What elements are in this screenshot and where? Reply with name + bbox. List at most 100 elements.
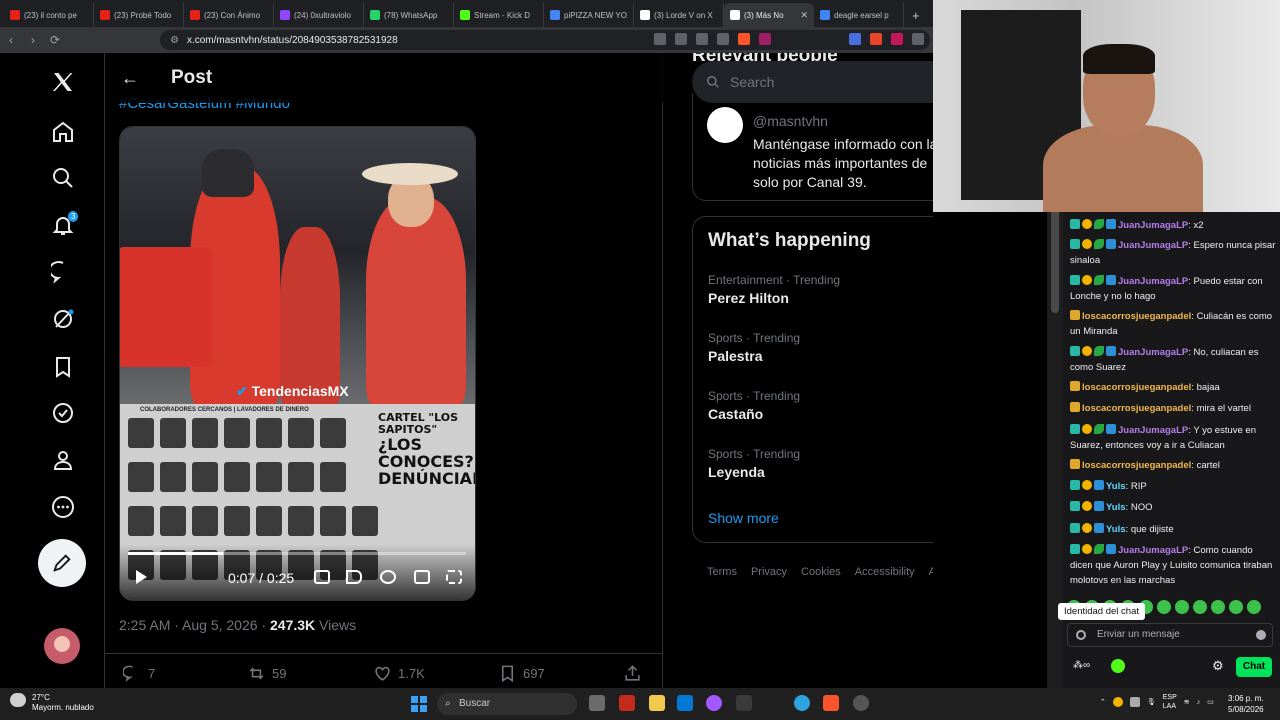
reply-button[interactable]: 7 (123, 664, 155, 683)
trend-item[interactable]: Sports · TrendingLeyenda··· (708, 447, 933, 480)
app-icon[interactable] (619, 695, 635, 711)
chat-username[interactable]: JuanJumagaLP (1118, 240, 1188, 251)
chat-username[interactable]: loscacorrosjueganpadel (1082, 460, 1191, 471)
trend-item[interactable]: Sports · TrendingPalestra··· (708, 331, 933, 364)
taskbar-search[interactable]: ⌕ Buscar (437, 693, 577, 715)
points-icon[interactable]: ⁂∞ (1073, 660, 1090, 671)
chat-username[interactable]: Yuls (1106, 481, 1126, 492)
trend-item[interactable]: Sports · TrendingCastaño··· (708, 389, 933, 422)
footer-link[interactable]: Terms (707, 566, 737, 578)
volume-icon[interactable] (346, 570, 362, 584)
post-time[interactable]: 2:25 AM · Aug 5, 2026 · (119, 617, 270, 633)
compose-post-button[interactable] (38, 539, 86, 587)
captions-icon[interactable] (314, 570, 330, 584)
relevant-account-avatar[interactable] (707, 107, 743, 143)
play-icon[interactable] (136, 570, 147, 584)
grok-icon[interactable] (44, 300, 82, 338)
home-icon[interactable] (44, 113, 82, 151)
browser-tab[interactable]: deagle earsel p (814, 3, 904, 27)
battery-icon[interactable]: ▭ (1207, 698, 1214, 706)
footer-link[interactable]: Cookies (801, 566, 841, 578)
emote-icon[interactable] (1193, 600, 1207, 614)
search-input[interactable]: Search (692, 61, 933, 103)
notifications-bell-icon[interactable]: 3 (44, 206, 82, 244)
extension-icon[interactable] (891, 33, 903, 45)
more-options-icon[interactable] (44, 488, 82, 526)
chat-settings-gear-icon[interactable]: ⚙ (1212, 658, 1224, 674)
wifi-icon[interactable]: ≋ (1184, 698, 1190, 706)
new-tab-button[interactable]: + (904, 8, 928, 27)
brave-rewards-icon[interactable] (759, 33, 771, 45)
cast-icon[interactable] (696, 33, 708, 45)
chat-identity-icon[interactable] (1076, 630, 1086, 640)
trend-item[interactable]: Entertainment · TrendingPerez Hilton··· (708, 273, 933, 306)
obs-icon[interactable] (853, 695, 869, 711)
kick-points-icon[interactable] (1111, 659, 1125, 673)
emote-icon[interactable] (1157, 600, 1171, 614)
close-tab-icon[interactable]: ✕ (800, 10, 808, 21)
extension-icon[interactable] (870, 33, 882, 45)
messages-icon[interactable] (44, 253, 82, 291)
settings-gear-icon[interactable] (380, 570, 396, 584)
back-icon[interactable]: ‹ (0, 33, 22, 47)
chevron-up-icon[interactable]: ⌃ (1100, 698, 1106, 706)
fullscreen-icon[interactable] (446, 570, 462, 584)
share-icon[interactable] (717, 33, 729, 45)
copilot-icon[interactable] (706, 695, 722, 711)
terminal-icon[interactable] (736, 695, 752, 711)
browser-tab[interactable]: Stream - Kick D (454, 3, 544, 27)
chat-username[interactable]: JuanJumagaLP (1118, 425, 1188, 436)
share-button[interactable] (623, 664, 642, 683)
extension-icon[interactable] (849, 33, 861, 45)
browser-tab[interactable]: (23) Con Ánimo (184, 3, 274, 27)
show-more-link[interactable]: Show more (708, 510, 779, 526)
chat-username[interactable]: Yuls (1106, 502, 1126, 513)
bookmarks-icon[interactable] (44, 348, 82, 386)
browser-tab[interactable]: (78) WhatsApp (364, 3, 454, 27)
picture-in-picture-icon[interactable] (414, 570, 430, 584)
browser-tab[interactable]: (23) il conto pe (4, 3, 94, 27)
explore-search-icon[interactable] (44, 159, 82, 197)
tray-app-icon[interactable] (1112, 697, 1123, 707)
site-info-icon[interactable]: ⚙ (170, 35, 179, 46)
back-arrow-icon[interactable]: ← (105, 68, 145, 89)
profile-icon[interactable] (44, 441, 82, 479)
chat-send-button[interactable]: Chat (1236, 657, 1272, 677)
chat-username[interactable]: loscacorrosjueganpadel (1082, 382, 1191, 393)
chat-username[interactable]: JuanJumagaLP (1118, 276, 1188, 287)
taskbar-clock[interactable]: 3:06 p. m. 5/08/2026 (1228, 693, 1264, 715)
zoom-icon[interactable] (675, 33, 687, 45)
mic-icon[interactable]: 🎙 (1147, 698, 1156, 706)
forward-icon[interactable]: › (22, 33, 44, 47)
task-view-icon[interactable] (589, 695, 605, 711)
post-video[interactable]: ✔ TendenciasMX COLABORADORES CERCANOS | … (119, 126, 476, 601)
verified-orgs-icon[interactable] (44, 394, 82, 432)
emote-icon[interactable] (1229, 600, 1243, 614)
file-explorer-icon[interactable] (649, 695, 665, 711)
brave-icon[interactable] (823, 695, 839, 711)
footer-link[interactable]: Ads info (929, 566, 933, 578)
repost-button[interactable]: 59 (247, 664, 286, 683)
extensions-puzzle-icon[interactable] (912, 33, 924, 45)
brave-shield-icon[interactable] (738, 33, 750, 45)
browser-tab[interactable]: (3) Lorde V on X (634, 3, 724, 27)
bookmark-button[interactable]: 697 (498, 664, 545, 683)
browser-tab[interactable]: (3) Más No ✕ (724, 3, 814, 27)
address-bar[interactable]: ⚙ x.com/masntvhn/status/2084903538782531… (160, 30, 930, 50)
chat-username[interactable]: Yuls (1106, 524, 1126, 535)
relevant-account-handle[interactable]: @masntvhn (753, 113, 828, 129)
browser-tab[interactable]: (23) Probé Todo (94, 3, 184, 27)
footer-link[interactable]: Privacy (751, 566, 787, 578)
footer-link[interactable]: Accessibility (855, 566, 915, 578)
like-button[interactable]: 1.7K (373, 664, 425, 683)
chat-message-input[interactable]: Enviar un mensaje (1067, 623, 1273, 647)
weather-widget[interactable]: 27°C Mayorm. nublado (10, 693, 94, 713)
edge-icon[interactable] (794, 695, 810, 711)
emote-icon[interactable] (1247, 600, 1261, 614)
translate-icon[interactable] (654, 33, 666, 45)
emote-icon[interactable] (1175, 600, 1189, 614)
account-avatar[interactable] (44, 628, 80, 664)
browser-tab[interactable]: piPIZZA NEW YO (544, 3, 634, 27)
chat-username[interactable]: JuanJumagaLP (1118, 220, 1188, 231)
reload-icon[interactable]: ⟳ (44, 33, 66, 47)
